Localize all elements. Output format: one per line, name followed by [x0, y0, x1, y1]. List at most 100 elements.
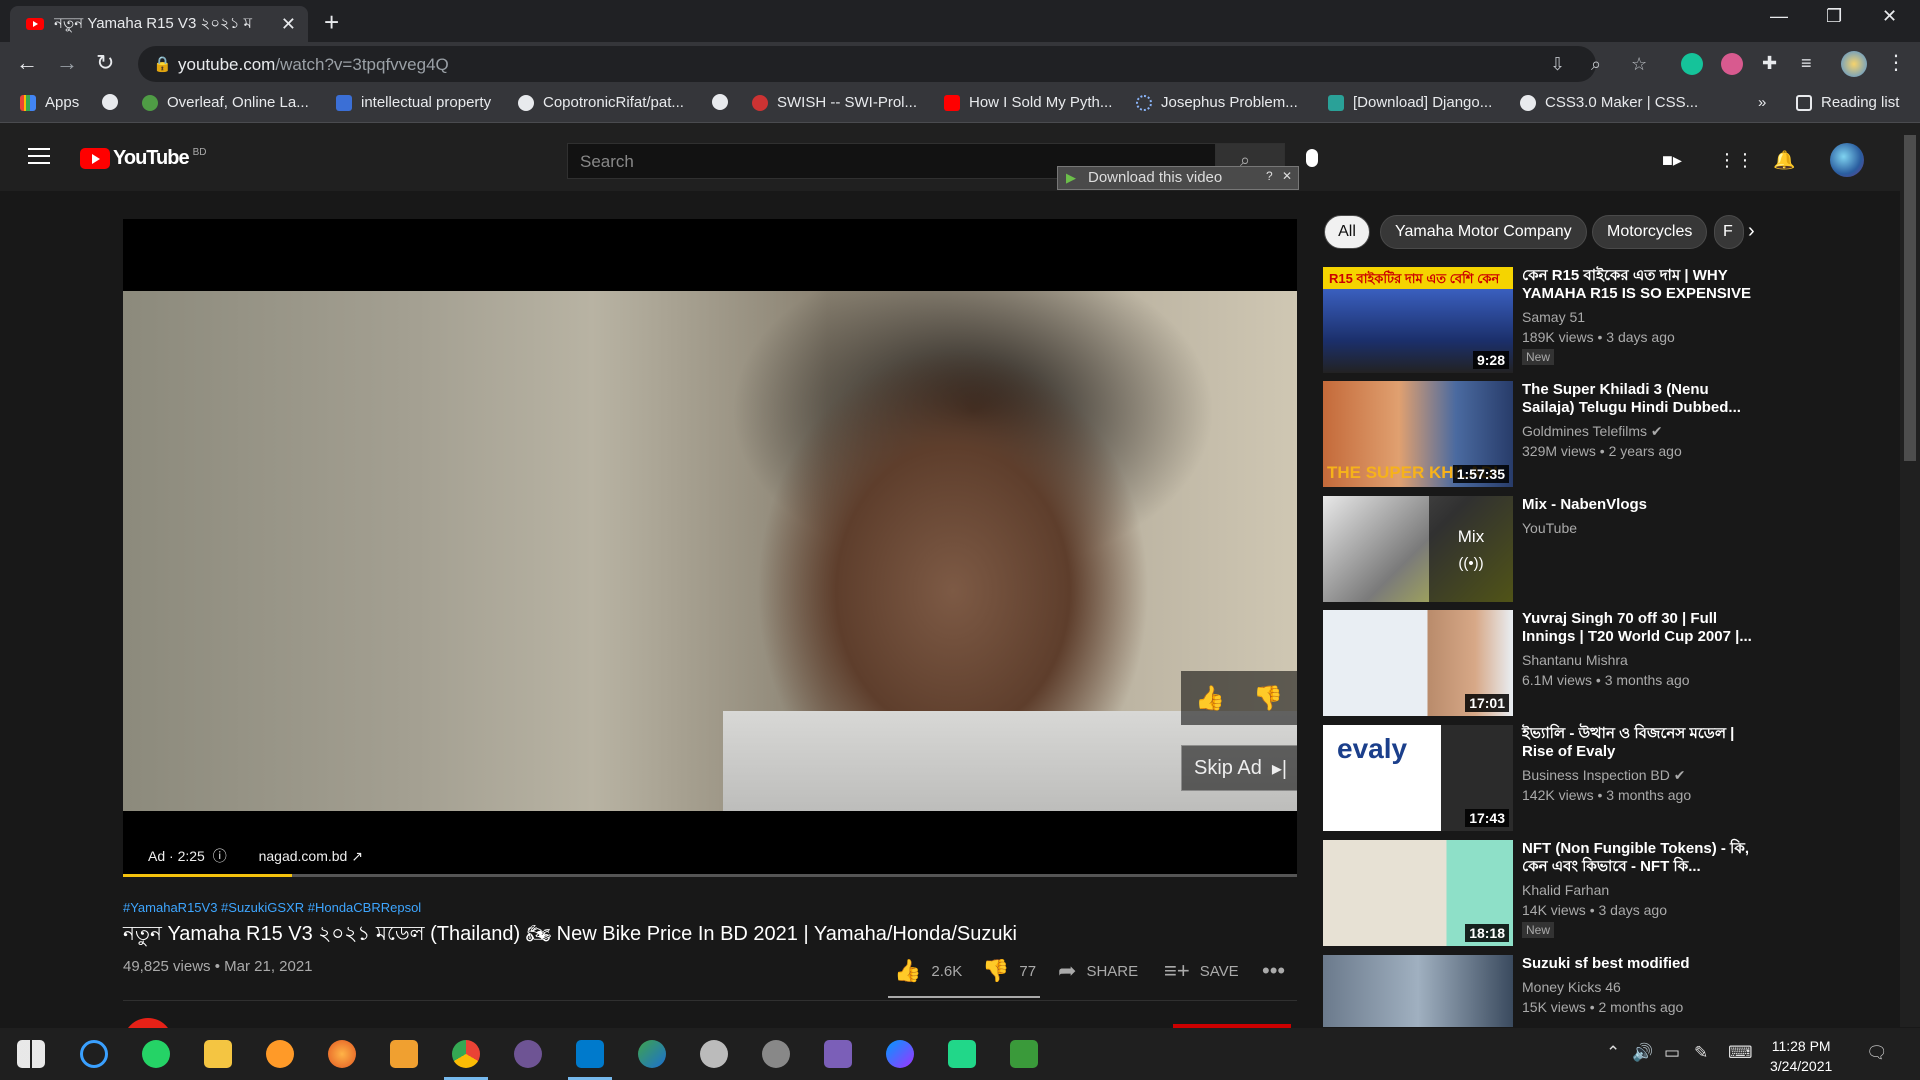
- bookmark-overleaf[interactable]: Overleaf, Online La...: [142, 94, 309, 111]
- bookmark-josephus[interactable]: Josephus Problem...: [1136, 94, 1298, 111]
- download-video-bar[interactable]: ▶ Download this video ? ✕: [1057, 166, 1299, 190]
- dislike-button[interactable]: 👎 77: [982, 958, 1036, 984]
- bookmark-youtube[interactable]: How I Sold My Pyth...: [944, 94, 1112, 111]
- share-button[interactable]: ➦ SHARE: [1058, 958, 1138, 984]
- channel-name[interactable]: Samay 51: [1522, 309, 1585, 325]
- video-thumbnail[interactable]: [1323, 955, 1513, 1027]
- vscode-icon[interactable]: [568, 1040, 612, 1080]
- video-thumbnail[interactable]: evaly 17:43: [1323, 725, 1513, 831]
- install-icon[interactable]: ⇩: [1550, 54, 1565, 75]
- network-icon[interactable]: ▭: [1664, 1043, 1680, 1063]
- bookmark-swish[interactable]: SWISH -- SWI-Prol...: [752, 94, 917, 111]
- channel-name[interactable]: Goldmines Telefilms ✔: [1522, 423, 1663, 440]
- recommendation-item[interactable]: Mix ((•)) Mix - NabenVlogs YouTube: [1323, 496, 1753, 604]
- notification-center-icon[interactable]: 🗨: [1866, 1043, 1888, 1063]
- video-thumbnail[interactable]: R15 বাইকটির দাম এত বেশি কেন 9:28: [1323, 267, 1513, 373]
- video-thumbnail[interactable]: 18:18: [1323, 840, 1513, 946]
- channel-name[interactable]: Money Kicks 46: [1522, 979, 1621, 995]
- system-clock[interactable]: 11:28 PM 3/24/2021: [1770, 1036, 1832, 1076]
- video-title[interactable]: Mix - NabenVlogs: [1522, 496, 1752, 514]
- file-explorer-icon[interactable]: [204, 1040, 232, 1068]
- media-control-icon[interactable]: ≡: [1801, 53, 1812, 74]
- chip-yamaha-motor-company[interactable]: Yamaha Motor Company: [1380, 215, 1587, 249]
- minimize-icon[interactable]: —: [1770, 6, 1788, 27]
- url-text[interactable]: youtube.com/watch?v=3tpqfvveg4Q: [178, 55, 449, 75]
- scrollbar-thumb[interactable]: [1904, 135, 1916, 461]
- ad-progress-bar[interactable]: [123, 874, 1297, 877]
- chip-motorcycles[interactable]: Motorcycles: [1592, 215, 1708, 249]
- app-icon[interactable]: [1010, 1040, 1038, 1068]
- recommendation-item[interactable]: evaly 17:43 ইভ্যালি - উত্থান ও বিজনেস মড…: [1323, 725, 1753, 833]
- ad-thumbs-up-icon[interactable]: 👍: [1195, 684, 1225, 713]
- video-title[interactable]: ইভ্যালি - উত্থান ও বিজনেস মডেল | Rise of…: [1522, 725, 1752, 761]
- brave-icon[interactable]: [266, 1040, 294, 1068]
- chrome-icon[interactable]: [444, 1040, 488, 1080]
- reading-list[interactable]: Reading list: [1796, 94, 1899, 111]
- volume-icon[interactable]: 🔊: [1632, 1043, 1653, 1063]
- bookmarks-overflow-icon[interactable]: »: [1758, 94, 1766, 111]
- youtube-logo[interactable]: YouTube BD: [80, 147, 206, 170]
- hamburger-menu-icon[interactable]: [28, 148, 50, 164]
- pycharm-icon[interactable]: [948, 1040, 976, 1068]
- windows-start-icon[interactable]: [17, 1040, 45, 1068]
- bookmark-globe[interactable]: [102, 94, 127, 110]
- chip-partial[interactable]: F: [1714, 215, 1744, 249]
- bookmark-star-icon[interactable]: ☆: [1631, 54, 1647, 75]
- browser-tab[interactable]: নতুন Yamaha R15 V3 ২০২১ ম ✕: [10, 6, 308, 42]
- ad-info-icon[interactable]: ⓘ: [213, 848, 227, 864]
- puzzle-extensions-icon[interactable]: ✚: [1762, 53, 1777, 74]
- page-scrollbar[interactable]: [1900, 123, 1920, 1027]
- bookmark-globe-2[interactable]: [712, 94, 737, 110]
- keyboard-icon[interactable]: ⌨: [1728, 1043, 1753, 1063]
- firefox-icon[interactable]: [328, 1040, 356, 1068]
- bookmark-css-maker[interactable]: CSS3.0 Maker | CSS...: [1520, 94, 1698, 111]
- messenger-icon[interactable]: [886, 1040, 914, 1068]
- whatsapp-icon[interactable]: [142, 1040, 170, 1068]
- recommendation-item[interactable]: THE SUPER KHILADI 1:57:35 The Super Khil…: [1323, 381, 1753, 489]
- chevron-right-icon[interactable]: ›: [1748, 220, 1755, 243]
- zoom-icon[interactable]: ⌕: [1591, 54, 1601, 75]
- more-actions-icon[interactable]: •••: [1262, 958, 1295, 984]
- pen-icon[interactable]: ✎: [1694, 1043, 1708, 1063]
- app-icon[interactable]: [762, 1040, 790, 1068]
- apps-grid-icon[interactable]: ⋮⋮: [1718, 150, 1754, 171]
- recommendation-item[interactable]: Suzuki sf best modified Money Kicks 46 1…: [1323, 955, 1753, 1027]
- video-thumbnail[interactable]: Mix ((•)): [1323, 496, 1513, 602]
- like-button[interactable]: 👍 2.6K: [894, 958, 962, 984]
- microphone-icon[interactable]: [1306, 149, 1318, 167]
- skip-ad-button[interactable]: Skip Ad ▸|: [1181, 745, 1297, 791]
- user-avatar[interactable]: [1830, 143, 1864, 177]
- video-title[interactable]: কেন R15 বাইকের এত দাম | WHY YAMAHA R15 I…: [1522, 267, 1752, 303]
- tray-chevron-icon[interactable]: ⌃: [1606, 1043, 1620, 1063]
- save-button[interactable]: ≡+ SAVE: [1164, 958, 1239, 984]
- video-player[interactable]: 👍 👎 Skip Ad ▸| Ad · 2:25 ⓘ nagad.com.bd …: [123, 219, 1297, 877]
- back-icon[interactable]: ←: [16, 50, 38, 76]
- grammarly-extension-icon[interactable]: [1681, 53, 1703, 75]
- ad-domain-link[interactable]: nagad.com.bd: [259, 848, 348, 864]
- notifications-bell-icon[interactable]: 🔔: [1773, 150, 1795, 171]
- channel-name[interactable]: YouTube: [1522, 520, 1577, 536]
- external-link-icon[interactable]: ↗: [351, 848, 363, 864]
- bookmark-intellectual-property[interactable]: intellectual property: [336, 94, 491, 111]
- close-window-icon[interactable]: ✕: [1882, 6, 1897, 27]
- github-desktop-icon[interactable]: [514, 1040, 542, 1068]
- video-thumbnail[interactable]: THE SUPER KHILADI 1:57:35: [1323, 381, 1513, 487]
- search-icon[interactable]: [80, 1040, 108, 1068]
- video-thumbnail[interactable]: 17:01: [1323, 610, 1513, 716]
- bookmark-apps[interactable]: Apps: [20, 94, 79, 111]
- close-download-icon[interactable]: ✕: [1282, 169, 1292, 183]
- recommendation-item[interactable]: 18:18 NFT (Non Fungible Tokens) - কি, কে…: [1323, 840, 1753, 948]
- chip-all[interactable]: All: [1324, 215, 1370, 249]
- new-tab-icon[interactable]: +: [324, 7, 339, 38]
- recommendation-item[interactable]: R15 বাইকটির দাম এত বেশি কেন 9:28 কেন R15…: [1323, 267, 1753, 375]
- ad-thumbs-down-icon[interactable]: 👎: [1253, 684, 1283, 713]
- restore-icon[interactable]: ❐: [1826, 6, 1842, 27]
- app-icon[interactable]: [700, 1040, 728, 1068]
- chrome-menu-icon[interactable]: ⋮: [1886, 50, 1906, 75]
- profile-avatar[interactable]: [1841, 51, 1867, 77]
- recommendation-item[interactable]: 17:01 Yuvraj Singh 70 off 30 | Full Inni…: [1323, 610, 1753, 718]
- bookmark-django[interactable]: [Download] Django...: [1328, 94, 1492, 111]
- video-title[interactable]: Yuvraj Singh 70 off 30 | Full Innings | …: [1522, 610, 1752, 646]
- app-icon[interactable]: [390, 1040, 418, 1068]
- video-title[interactable]: The Super Khiladi 3 (Nenu Sailaja) Telug…: [1522, 381, 1752, 417]
